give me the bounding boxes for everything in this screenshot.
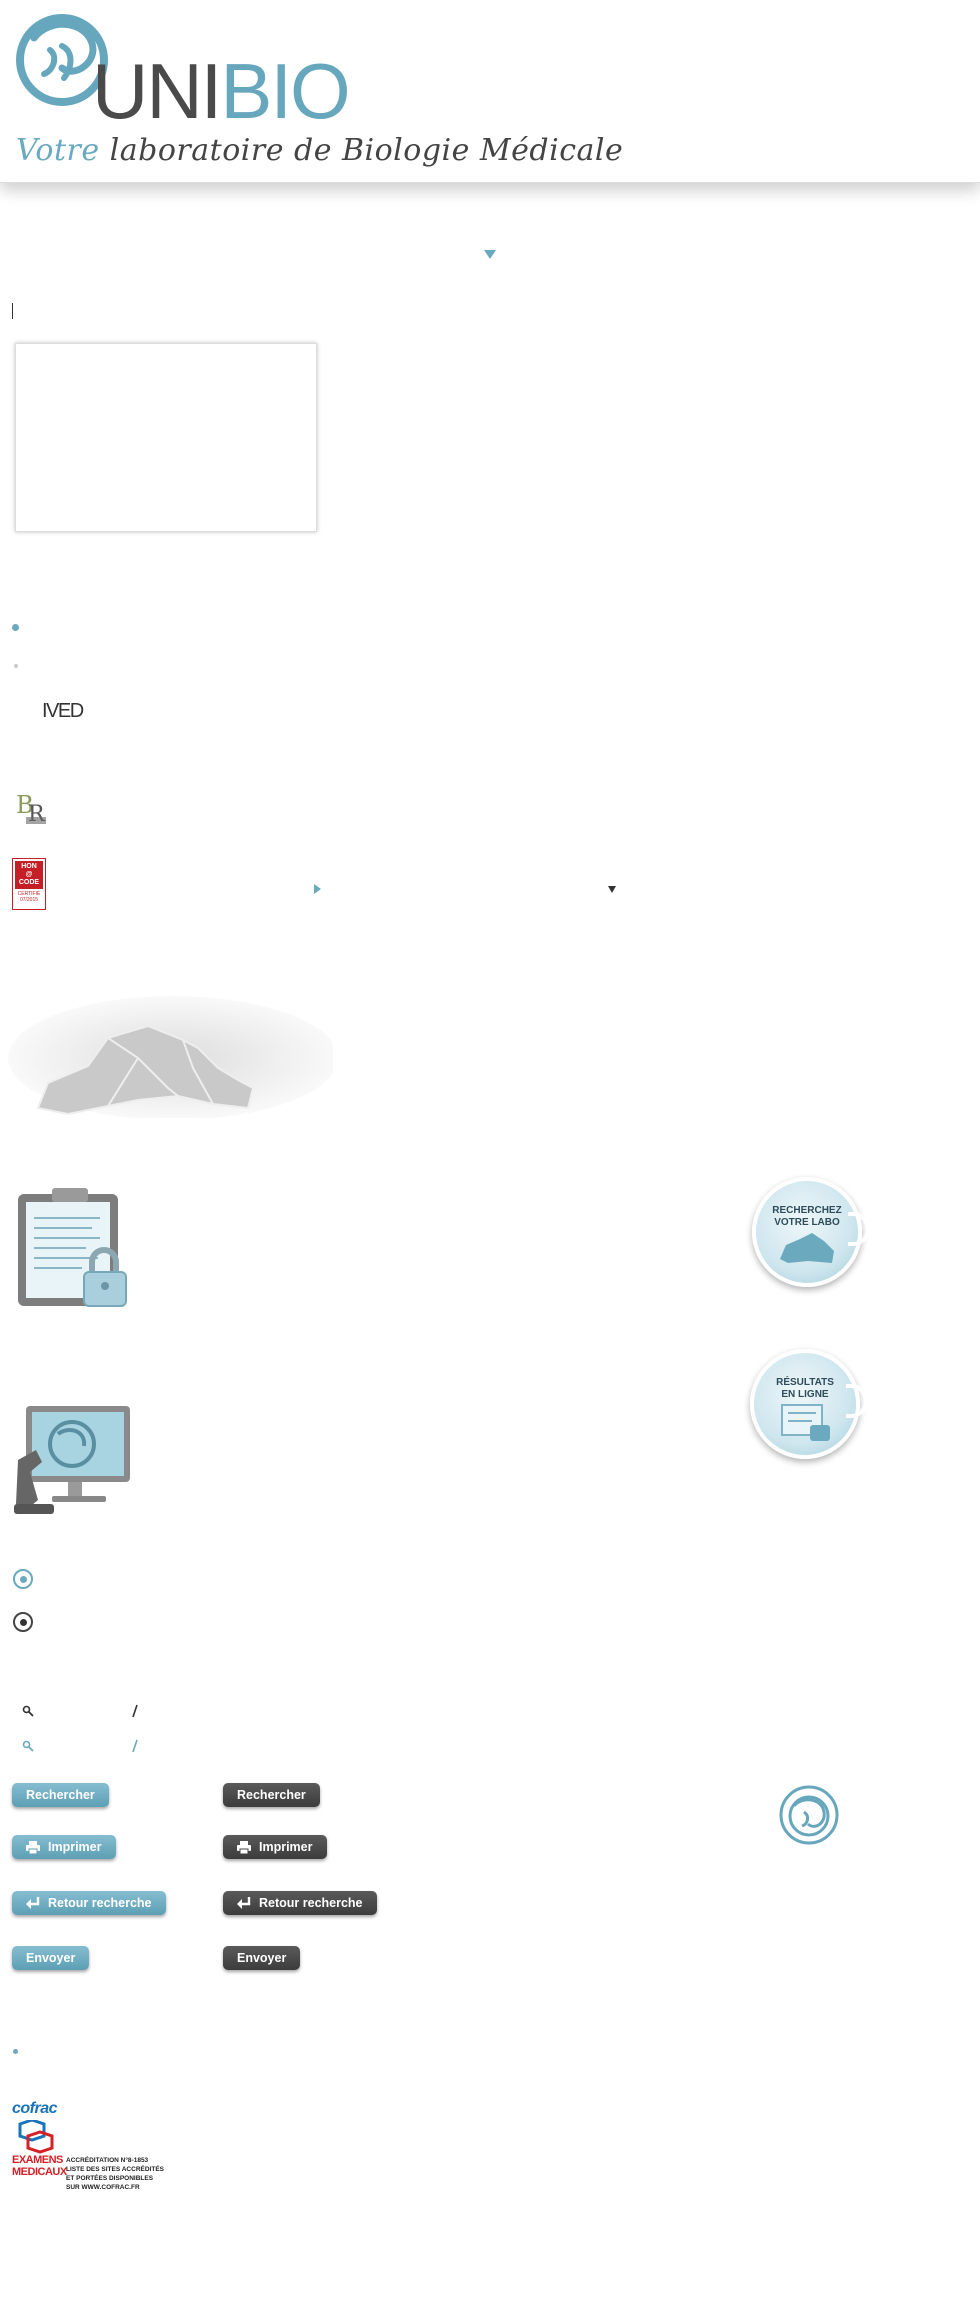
results-online-bubble[interactable]: RÉSULTATS EN LIGNE [750, 1349, 860, 1459]
cofrac-line-2: LISTE DES SITES ACCRÉDITÉS [66, 2166, 164, 2173]
search-lab-arrow [848, 1212, 870, 1246]
hon-date: 07/2015 [19, 897, 39, 903]
radio-accent[interactable] [13, 1569, 33, 1589]
cofrac-brand: cofrac [12, 2100, 58, 2117]
back-search-button-dark[interactable]: Retour recherche [223, 1891, 377, 1915]
printer-icon [237, 1840, 251, 1854]
hon-code: CODE [18, 879, 40, 886]
tagline-votre: Votre [16, 133, 100, 168]
printer-icon [26, 1840, 40, 1854]
map-mini-icon [780, 1233, 834, 1263]
back-search-button[interactable]: Retour recherche [12, 1891, 166, 1915]
search-lab-bubble[interactable]: RECHERCHEZ VOTRE LABO [752, 1177, 862, 1287]
caret-down-dark-icon[interactable] [608, 886, 616, 893]
bullet-icon [12, 624, 19, 631]
cofrac-category-2: MEDICAUX [12, 2166, 67, 2178]
return-arrow-icon [237, 1896, 251, 1909]
cofrac-badge[interactable]: cofrac EXAMENS MEDICAUX ACCRÉDITATION N°… [12, 2100, 164, 2196]
back-search-button-label: Retour recherche [48, 1896, 152, 1910]
pencil-icon[interactable] [131, 1704, 139, 1718]
unibio-round-logo-icon[interactable] [778, 1784, 840, 1846]
map-icon[interactable] [8, 988, 333, 1118]
pencil-icon-accent[interactable] [131, 1739, 139, 1753]
cofrac-line-3: ET PORTÉES DISPONIBLES [66, 2175, 154, 2182]
hon-code-badge[interactable]: HON @ CODE CERTIFIÉ 07/2015 [12, 858, 46, 910]
send-button[interactable]: Envoyer [12, 1946, 90, 1970]
search-button-dark[interactable]: Rechercher [223, 1783, 320, 1807]
text-cursor [12, 303, 13, 319]
print-button-dark[interactable]: Imprimer [223, 1835, 327, 1859]
cofrac-line-1: ACCRÉDITATION N°8-1853 [66, 2157, 149, 2164]
bullet-icon-small [14, 664, 18, 668]
brand-bio: BIO [220, 47, 350, 135]
cofrac-category-1: EXAMENS [12, 2154, 63, 2166]
search-lab-line1: RECHERCHEZ [772, 1205, 842, 1216]
cofrac-hexagon-icon [18, 2120, 54, 2154]
search-button-dark-label: Rechercher [237, 1788, 306, 1802]
results-online-line2: EN LIGNE [781, 1389, 829, 1400]
print-button[interactable]: Imprimer [12, 1835, 116, 1859]
return-arrow-icon [26, 1896, 40, 1909]
hon-label: HON [21, 863, 37, 870]
send-button-dark[interactable]: Envoyer [223, 1946, 301, 1970]
empty-frame [15, 343, 317, 532]
med-logo[interactable]: IVED [42, 700, 84, 723]
caret-right-icon[interactable] [314, 884, 321, 894]
brand-wordmark[interactable]: UNIBIO [92, 52, 351, 130]
print-button-dark-label: Imprimer [259, 1840, 313, 1854]
computer-microscope-icon[interactable] [12, 1400, 134, 1520]
site-header: UNIBIO Votre laboratoire de Biologie Méd… [0, 0, 980, 183]
brand-uni: UNI [92, 47, 222, 135]
caret-down-icon[interactable] [484, 250, 496, 259]
tagline: Votre laboratoire de Biologie Médicale [16, 133, 623, 168]
results-online-line1: RÉSULTATS [776, 1377, 834, 1388]
search-icon-accent[interactable] [22, 1740, 34, 1752]
br-logo[interactable]: B R [14, 787, 50, 827]
search-button[interactable]: Rechercher [12, 1783, 109, 1807]
bullet-icon-bottom [13, 2049, 18, 2054]
print-button-label: Imprimer [48, 1840, 102, 1854]
hon-at: @ [25, 871, 33, 878]
send-button-dark-label: Envoyer [237, 1951, 287, 1965]
clipboard-lock-icon[interactable] [12, 1186, 138, 1310]
document-lock-icon [781, 1404, 830, 1441]
search-icon[interactable] [22, 1705, 34, 1717]
send-button-label: Envoyer [26, 1951, 76, 1965]
tagline-rest: laboratoire de Biologie Médicale [109, 133, 624, 168]
back-search-button-dark-label: Retour recherche [259, 1896, 363, 1910]
search-button-label: Rechercher [26, 1788, 95, 1802]
radio-dark[interactable] [13, 1612, 33, 1632]
results-online-arrow [846, 1384, 868, 1418]
search-lab-line2: VOTRE LABO [774, 1217, 840, 1228]
cofrac-line-4: SUR WWW.COFRAC.FR [66, 2184, 140, 2191]
